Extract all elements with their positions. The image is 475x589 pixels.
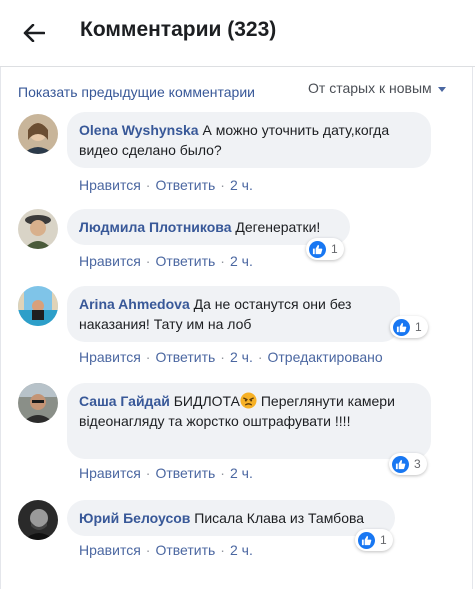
comment: Саша Гайдай БИДЛОТА Переглянути камери в…	[0, 383, 475, 483]
reaction-count[interactable]: 1	[306, 238, 344, 260]
comment-bubble: Юрий Белоусов Писала Клава из Тамбова	[67, 500, 395, 536]
reaction-number: 3	[414, 457, 421, 471]
comment-time[interactable]: 2 ч.	[230, 177, 253, 193]
like-icon	[393, 318, 410, 336]
reply-link[interactable]: Ответить	[155, 253, 215, 269]
avatar[interactable]	[18, 383, 58, 423]
like-icon	[309, 240, 326, 258]
reaction-number: 1	[380, 533, 387, 547]
sort-label: От старых к новым	[308, 80, 432, 96]
comment-bubble: Olena Wyshynska А можно уточнить дату,ко…	[67, 112, 431, 168]
comment-time[interactable]: 2 ч.	[230, 253, 253, 269]
comment: Olena Wyshynska А можно уточнить дату,ко…	[0, 112, 475, 193]
comment-time[interactable]: 2 ч.	[230, 465, 253, 481]
comment-actions: Нравится · Ответить · 2 ч.	[79, 177, 253, 193]
like-link[interactable]: Нравится	[79, 349, 141, 365]
comment-bubble: Саша Гайдай БИДЛОТА Переглянути камери в…	[67, 383, 431, 459]
back-button[interactable]	[18, 17, 50, 49]
comment-time[interactable]: 2 ч.	[230, 542, 253, 558]
reaction-number: 1	[331, 242, 338, 256]
comment-author[interactable]: Людмила Плотникова	[79, 219, 232, 235]
avatar-photo	[18, 114, 58, 154]
avatar-photo	[18, 209, 58, 249]
comment-text: Дегенератки!	[235, 219, 321, 235]
page-title: Комментарии (323)	[80, 18, 277, 41]
comments-toolbar: Показать предыдущие комментарии От стары…	[0, 66, 475, 110]
avatar[interactable]	[18, 286, 58, 326]
comment-author[interactable]: Olena Wyshynska	[79, 122, 199, 138]
show-previous-comments-link[interactable]: Показать предыдущие комментарии	[18, 84, 255, 100]
like-icon	[392, 455, 409, 473]
avatar[interactable]	[18, 114, 58, 154]
reaction-number: 1	[415, 320, 422, 334]
comment-text: БИДЛОТА	[173, 393, 240, 409]
like-icon	[358, 531, 375, 549]
comment-actions: Нравится · Ответить · 2 ч.	[79, 542, 253, 558]
reply-link[interactable]: Ответить	[155, 177, 215, 193]
avatar-photo	[18, 500, 58, 540]
edited-label[interactable]: Отредактировано	[268, 349, 383, 365]
reaction-count[interactable]: 1	[390, 316, 428, 338]
avatar[interactable]	[18, 209, 58, 249]
comment: Arina Ahmedova Да не останутся они без н…	[0, 286, 475, 366]
comment-bubble: Людмила Плотникова Дегенератки!	[67, 209, 350, 245]
reply-link[interactable]: Ответить	[155, 465, 215, 481]
comment-actions: Нравится · Ответить · 2 ч. · Отредактировано	[79, 349, 383, 365]
comment-author[interactable]: Юрий Белоусов	[79, 510, 190, 526]
comment-bubble: Arina Ahmedova Да не останутся они без н…	[67, 286, 400, 342]
like-link[interactable]: Нравится	[79, 253, 141, 269]
comment-author[interactable]: Arina Ahmedova	[79, 296, 190, 312]
reply-link[interactable]: Ответить	[155, 542, 215, 558]
caret-down-icon	[437, 86, 446, 92]
avatar-photo	[18, 383, 58, 423]
avatar-photo	[18, 286, 58, 326]
like-link[interactable]: Нравится	[79, 465, 141, 481]
reaction-count[interactable]: 3	[389, 453, 427, 475]
comment-author[interactable]: Саша Гайдай	[79, 393, 170, 409]
angry-face-icon	[240, 392, 257, 409]
like-link[interactable]: Нравится	[79, 542, 141, 558]
comment-actions: Нравится · Ответить · 2 ч.	[79, 253, 253, 269]
comment: Юрий Белоусов Писала Клава из Тамбова 1 …	[0, 500, 475, 560]
comment-time[interactable]: 2 ч.	[230, 349, 253, 365]
arrow-left-icon	[23, 24, 45, 42]
reply-link[interactable]: Ответить	[155, 349, 215, 365]
reaction-count[interactable]: 1	[355, 529, 393, 551]
comment-actions: Нравится · Ответить · 2 ч.	[79, 465, 253, 481]
comment-text: Писала Клава из Тамбова	[194, 510, 365, 526]
sort-dropdown[interactable]: От старых к новым	[308, 80, 446, 96]
header: Комментарии (323)	[0, 0, 475, 67]
avatar[interactable]	[18, 500, 58, 540]
comment: Людмила Плотникова Дегенератки! 1 Нравит…	[0, 209, 475, 269]
like-link[interactable]: Нравится	[79, 177, 141, 193]
